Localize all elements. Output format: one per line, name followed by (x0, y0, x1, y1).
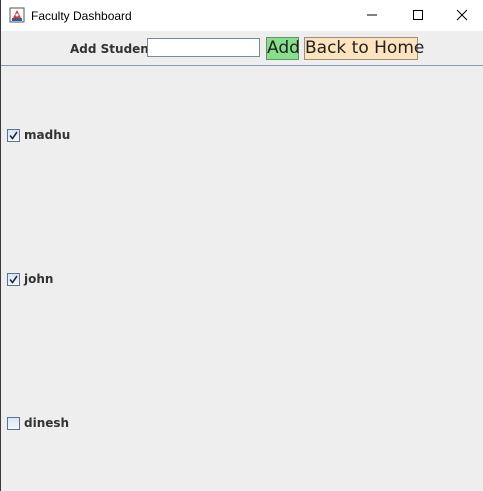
student-name: dinesh (24, 416, 70, 430)
add-student-label: Add Student: (70, 42, 160, 56)
student-row[interactable]: john (7, 271, 53, 287)
window-title: Faculty Dashboard (31, 9, 132, 23)
checkmark-icon (9, 275, 18, 284)
back-to-home-button[interactable]: Back to Home (304, 37, 424, 60)
maximize-icon (412, 6, 424, 25)
student-name: madhu (24, 128, 71, 142)
student-checkbox[interactable] (7, 128, 20, 142)
checkmark-icon (9, 131, 18, 140)
student-checkbox[interactable] (7, 416, 20, 430)
student-list: madhu john dinesh (1, 66, 483, 491)
student-name-input[interactable] (147, 38, 260, 57)
add-student-toolbar: Add Student: Add Back to Home (1, 31, 483, 65)
minimize-button[interactable] (349, 0, 395, 31)
faculty-dashboard-window: Faculty Dashboard Add Student: Add Back … (0, 0, 483, 491)
add-button[interactable]: Add (266, 37, 300, 60)
close-button[interactable] (439, 0, 483, 31)
student-row[interactable]: madhu (7, 127, 70, 143)
student-row[interactable]: dinesh (7, 415, 69, 431)
title-bar[interactable]: Faculty Dashboard (1, 0, 483, 31)
student-name: john (24, 272, 54, 286)
java-app-icon (9, 7, 25, 23)
minimize-icon (366, 6, 378, 25)
close-icon (456, 6, 468, 25)
maximize-button[interactable] (395, 0, 441, 31)
student-checkbox[interactable] (7, 272, 20, 286)
